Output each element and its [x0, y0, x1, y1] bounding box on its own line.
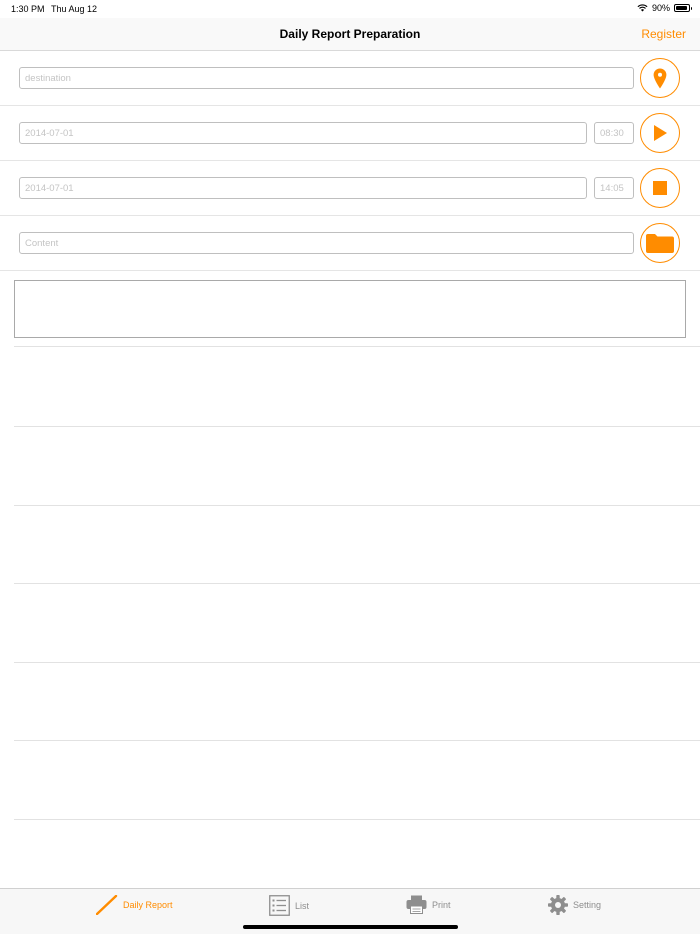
- nav-bar: Daily Report Preparation Register: [0, 18, 700, 51]
- tab-setting[interactable]: Setting: [548, 895, 601, 915]
- pencil-icon: [96, 895, 118, 915]
- status-date: Thu Aug 12: [51, 4, 98, 14]
- register-button[interactable]: Register: [641, 27, 686, 41]
- start-button[interactable]: [640, 113, 680, 153]
- location-pin-icon: [653, 68, 667, 88]
- tab-label: Setting: [573, 900, 602, 910]
- stop-button[interactable]: [640, 168, 680, 208]
- end-date-input[interactable]: 2014-07-01: [19, 177, 587, 199]
- end-time-input[interactable]: 14:05: [594, 177, 634, 199]
- memo-textarea[interactable]: [14, 280, 686, 338]
- end-row: 2014-07-01 14:05: [0, 161, 700, 216]
- list-icon: [269, 895, 290, 916]
- start-row: 2014-07-01 08:30: [0, 106, 700, 161]
- wifi-icon: [637, 4, 648, 12]
- list-divider: [14, 346, 700, 347]
- folder-button[interactable]: [640, 223, 680, 263]
- list-divider: [14, 662, 700, 663]
- tab-list[interactable]: List: [269, 895, 309, 916]
- play-icon: [654, 125, 667, 141]
- status-right: 90%: [637, 3, 692, 13]
- stop-icon: [653, 181, 667, 195]
- list-divider: [14, 505, 700, 506]
- location-button[interactable]: [640, 58, 680, 98]
- status-bar: 1:30 PM Thu Aug 12 90%: [0, 0, 700, 18]
- gear-icon: [548, 895, 568, 915]
- folder-icon: [646, 233, 674, 253]
- start-time-input[interactable]: 08:30: [594, 122, 634, 144]
- tab-daily-report[interactable]: Daily Report: [96, 895, 173, 915]
- content-row: Content: [0, 216, 700, 271]
- home-indicator[interactable]: [243, 925, 458, 929]
- list-divider: [14, 426, 700, 427]
- list-divider: [14, 740, 700, 741]
- start-date-input[interactable]: 2014-07-01: [19, 122, 587, 144]
- tab-label: Daily Report: [123, 900, 173, 910]
- status-time: 1:30 PM: [11, 4, 45, 14]
- list-divider: [14, 819, 700, 820]
- battery-percent: 90%: [651, 3, 670, 13]
- list-divider: [14, 583, 700, 584]
- tab-print[interactable]: Print: [406, 895, 451, 914]
- destination-row: destination: [0, 51, 700, 106]
- battery-fill: [676, 6, 687, 10]
- tab-label: List: [295, 900, 310, 911]
- content-input[interactable]: Content: [19, 232, 634, 254]
- destination-input[interactable]: destination: [19, 67, 634, 89]
- tab-label: Print: [432, 899, 451, 910]
- page-title: Daily Report Preparation: [279, 27, 421, 41]
- printer-icon: [406, 895, 427, 914]
- battery-icon: [674, 4, 692, 12]
